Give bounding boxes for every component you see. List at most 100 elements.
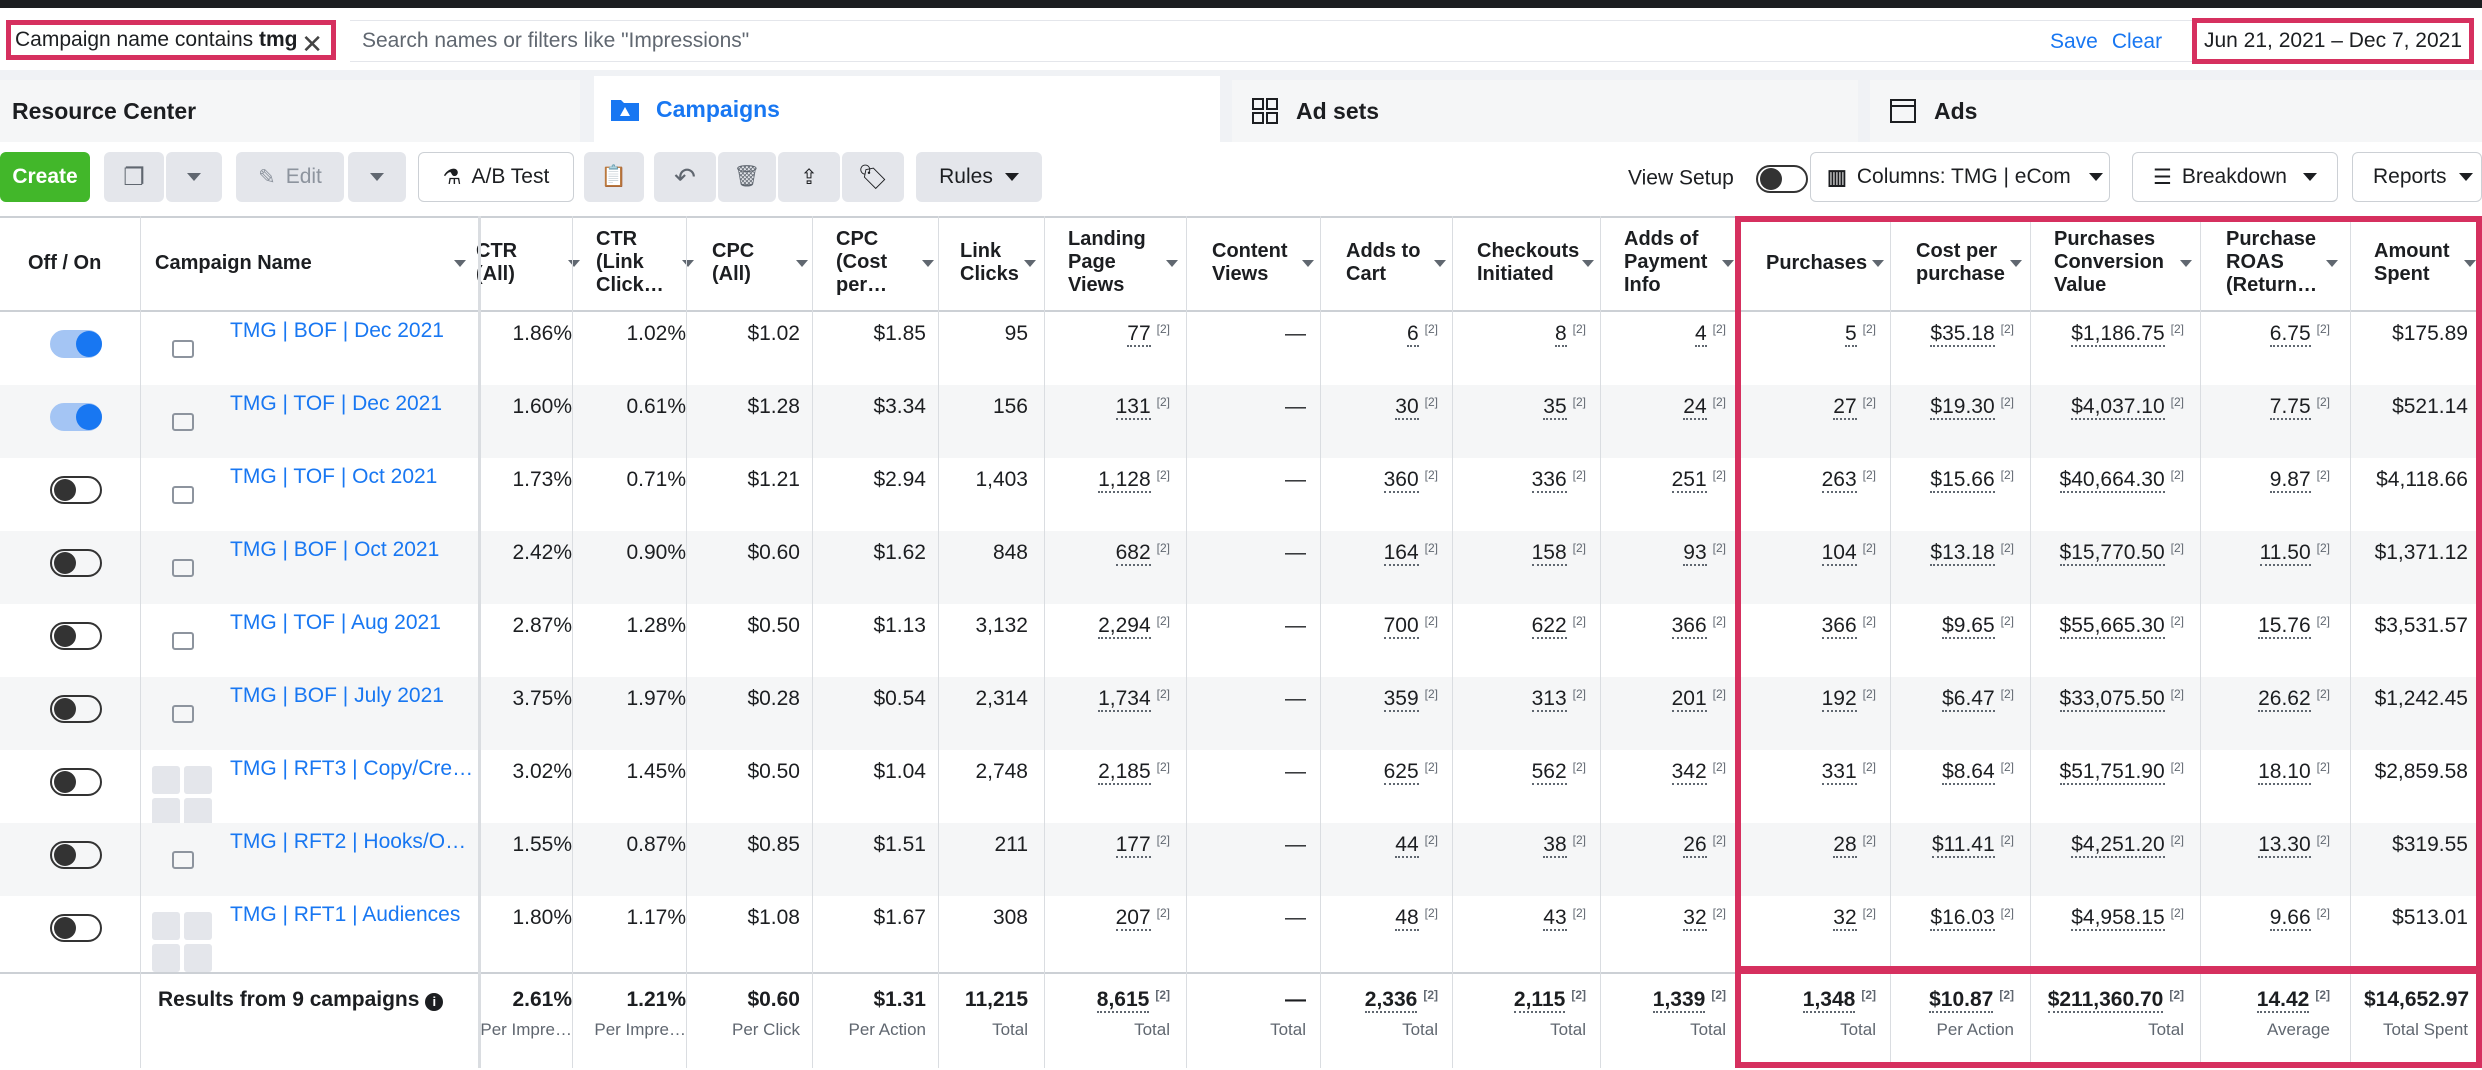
sort-icon[interactable]: [1722, 260, 1734, 267]
cell-atc[interactable]: 48 [2]: [1336, 906, 1438, 931]
header-cpc-all[interactable]: CPC (All): [712, 240, 754, 286]
edit-button[interactable]: ✎ Edit: [236, 152, 344, 202]
cell-ci[interactable]: 8 [2]: [1467, 322, 1586, 347]
ab-test-button[interactable]: ⚗ A/B Test: [418, 152, 574, 202]
cell-api[interactable]: 201 [2]: [1614, 687, 1726, 712]
sort-icon[interactable]: [1166, 260, 1178, 267]
cell-lpv[interactable]: 177 [2]: [1058, 833, 1170, 858]
header-off-on[interactable]: Off / On: [28, 252, 101, 275]
campaign-name-link[interactable]: TMG | RFT2 | Hooks/O…: [230, 830, 466, 854]
header-link-clicks[interactable]: Link Clicks: [960, 240, 1019, 286]
cell-ci[interactable]: 562 [2]: [1467, 760, 1586, 785]
rules-button[interactable]: Rules: [916, 152, 1042, 202]
campaign-toggle[interactable]: [50, 549, 102, 577]
cell-lpv[interactable]: 1,734 [2]: [1058, 687, 1170, 712]
cell-lpv[interactable]: 2,185 [2]: [1058, 760, 1170, 785]
cell-ci[interactable]: 38 [2]: [1467, 833, 1586, 858]
campaign-name-link[interactable]: TMG | TOF | Dec 2021: [230, 392, 442, 416]
cell-api[interactable]: 26 [2]: [1614, 833, 1726, 858]
sort-icon[interactable]: [454, 260, 466, 267]
campaign-name-link[interactable]: TMG | BOF | Oct 2021: [230, 538, 439, 562]
cell-api[interactable]: 366 [2]: [1614, 614, 1726, 639]
header-checkouts[interactable]: Checkouts Initiated: [1477, 240, 1579, 286]
sort-icon[interactable]: [682, 260, 694, 267]
cell-ci[interactable]: 35 [2]: [1467, 395, 1586, 420]
search-input[interactable]: Search names or filters like "Impression…: [350, 20, 2207, 62]
filter-chip[interactable]: Campaign name contains tmg ✕: [6, 20, 336, 60]
cell-atc[interactable]: 30 [2]: [1336, 395, 1438, 420]
columns-button[interactable]: ▥ Columns: TMG | eCom: [1810, 152, 2110, 202]
campaign-toggle[interactable]: [50, 476, 102, 504]
cell-lpv[interactable]: 77 [2]: [1058, 322, 1170, 347]
sort-icon[interactable]: [568, 260, 580, 267]
reports-button[interactable]: Reports: [2352, 152, 2482, 202]
cell-lpv[interactable]: 131 [2]: [1058, 395, 1170, 420]
campaign-name-link[interactable]: TMG | RFT3 | Copy/Cre…: [230, 757, 473, 781]
campaign-toggle[interactable]: [50, 768, 102, 796]
cell-lpv[interactable]: 682 [2]: [1058, 541, 1170, 566]
tab-campaigns[interactable]: Campaigns: [594, 76, 1220, 142]
create-button[interactable]: Create: [0, 152, 90, 202]
header-campaign-name[interactable]: Campaign Name: [155, 252, 312, 275]
header-content-views[interactable]: Content Views: [1212, 240, 1288, 286]
cell-ci[interactable]: 313 [2]: [1467, 687, 1586, 712]
sort-icon[interactable]: [1582, 260, 1594, 267]
sort-icon[interactable]: [1434, 260, 1446, 267]
campaign-toggle[interactable]: [50, 622, 102, 650]
header-cpc-cost[interactable]: CPC (Cost per…: [836, 228, 887, 297]
delete-button[interactable]: 🗑: [718, 152, 776, 202]
sort-icon[interactable]: [922, 260, 934, 267]
info-icon[interactable]: i: [425, 993, 444, 1011]
campaign-name-link[interactable]: TMG | BOF | July 2021: [230, 684, 444, 708]
cell-ci[interactable]: 336 [2]: [1467, 468, 1586, 493]
view-setup-toggle[interactable]: [1755, 165, 1808, 193]
cell-api[interactable]: 251 [2]: [1614, 468, 1726, 493]
cell-api[interactable]: 93 [2]: [1614, 541, 1726, 566]
tab-ads[interactable]: Ads: [1870, 80, 2482, 142]
tab-ad-sets[interactable]: Ad sets: [1232, 80, 1858, 142]
undo-button[interactable]: ↶: [654, 152, 716, 202]
sort-icon[interactable]: [1024, 260, 1036, 267]
campaign-name-link[interactable]: TMG | RFT1 | Audiences: [230, 903, 460, 927]
cell-atc[interactable]: 360 [2]: [1336, 468, 1438, 493]
campaign-toggle[interactable]: [50, 330, 102, 358]
tab-resource-center[interactable]: Resource Center: [0, 80, 580, 142]
campaign-toggle[interactable]: [50, 695, 102, 723]
tag-button[interactable]: 🏷: [842, 152, 904, 202]
date-range-picker[interactable]: Jun 21, 2021 – Dec 7, 2021: [2192, 18, 2474, 64]
cell-api[interactable]: 24 [2]: [1614, 395, 1726, 420]
campaign-name-link[interactable]: TMG | TOF | Oct 2021: [230, 465, 437, 489]
breakdown-button[interactable]: ☰ Breakdown: [2132, 152, 2338, 202]
cell-atc[interactable]: 44 [2]: [1336, 833, 1438, 858]
duplicate-button[interactable]: ❐: [104, 152, 164, 202]
cell-atc[interactable]: 6 [2]: [1336, 322, 1438, 347]
cell-ci[interactable]: 622 [2]: [1467, 614, 1586, 639]
clipboard-button[interactable]: 📋: [584, 152, 644, 202]
cell-api[interactable]: 342 [2]: [1614, 760, 1726, 785]
export-button[interactable]: ⇪: [778, 152, 840, 202]
cell-ci[interactable]: 158 [2]: [1467, 541, 1586, 566]
close-icon[interactable]: ✕: [301, 29, 323, 60]
campaign-name-link[interactable]: TMG | BOF | Dec 2021: [230, 319, 444, 343]
edit-dropdown[interactable]: [348, 152, 406, 202]
header-adds-to-cart[interactable]: Adds to Cart: [1346, 240, 1420, 286]
cell-api[interactable]: 4 [2]: [1614, 322, 1726, 347]
header-ctr-all[interactable]: CTR (All): [476, 240, 517, 286]
cell-lpv[interactable]: 207 [2]: [1058, 906, 1170, 931]
sort-icon[interactable]: [796, 260, 808, 267]
cell-atc[interactable]: 625 [2]: [1336, 760, 1438, 785]
header-lpv[interactable]: Landing Page Views: [1068, 228, 1146, 297]
campaign-toggle[interactable]: [50, 841, 102, 869]
sort-icon[interactable]: [1302, 260, 1314, 267]
view-setup[interactable]: View Setup: [1628, 165, 1808, 193]
clear-link[interactable]: Clear: [2112, 30, 2162, 53]
header-adds-payment[interactable]: Adds of Payment Info: [1624, 228, 1707, 297]
cell-ci[interactable]: 43 [2]: [1467, 906, 1586, 931]
duplicate-dropdown[interactable]: [166, 152, 222, 202]
cell-atc[interactable]: 164 [2]: [1336, 541, 1438, 566]
campaign-name-link[interactable]: TMG | TOF | Aug 2021: [230, 611, 441, 635]
cell-atc[interactable]: 700 [2]: [1336, 614, 1438, 639]
cell-api[interactable]: 32 [2]: [1614, 906, 1726, 931]
cell-atc[interactable]: 359 [2]: [1336, 687, 1438, 712]
save-link[interactable]: Save: [2050, 30, 2098, 53]
